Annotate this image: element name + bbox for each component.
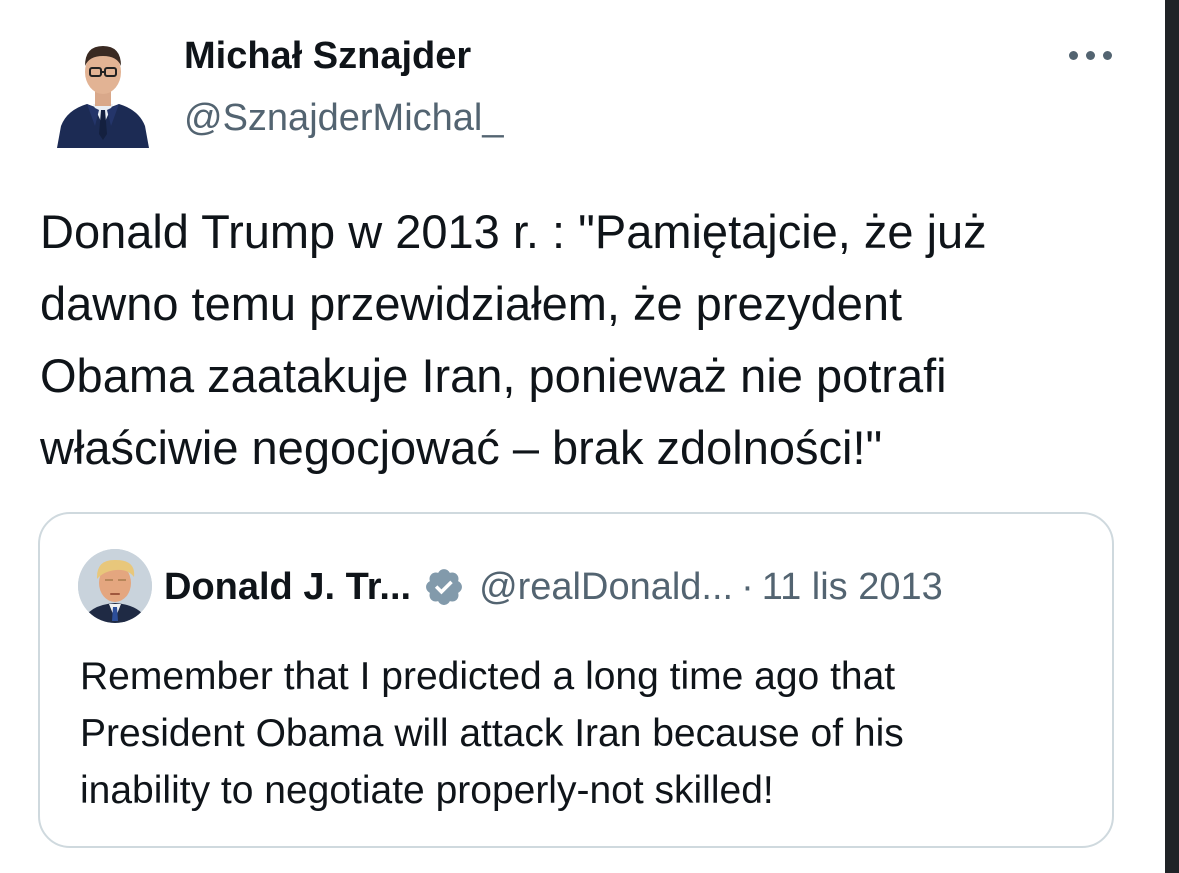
separator-dot: · [741,565,754,608]
quoted-author-handle[interactable]: @realDonald... [479,566,733,609]
quoted-author-name[interactable]: Donald J. Tr... [164,566,411,609]
quoted-tweet-card[interactable]: Donald J. Tr... @realDonald... · 11 lis … [38,512,1114,848]
author-handle[interactable]: @SznajderMichal_ [184,96,504,140]
quoted-text-line: Remember that I predicted a long time ag… [80,655,896,698]
author-name[interactable]: Michał Sznajder [184,34,471,78]
verified-badge-icon [426,569,462,605]
tweet-text-line: dawno temu przewidziałem, że prezydent [40,277,903,330]
tweet-text-line: Donald Trump w 2013 r. : "Pamiętajcie, ż… [40,205,987,258]
more-horizontal-icon [1068,50,1112,60]
quoted-tweet-date[interactable]: 11 lis 2013 [762,566,943,609]
scrollbar[interactable] [1165,0,1179,873]
person-portrait-icon [78,549,152,623]
tweet-text-line: Obama zaatakuje Iran, ponieważ nie potra… [40,349,947,402]
person-portrait-icon [57,46,149,148]
quoted-text-line: inability to negotiate properly-not skil… [80,769,774,812]
quoted-author-avatar [78,549,152,623]
more-options-button[interactable] [1060,40,1120,70]
quoted-tweet-header: Donald J. Tr... @realDonald... · 11 lis … [164,562,943,612]
quoted-text-line: President Obama will attack Iran because… [80,712,904,755]
page: Michał Sznajder @SznajderMichal_ Donald … [0,0,1179,873]
tweet-text: Donald Trump w 2013 r. : "Pamiętajcie, ż… [40,196,1120,484]
author-avatar[interactable] [55,30,151,148]
quoted-tweet-text: Remember that I predicted a long time ag… [80,648,1100,819]
tweet-text-line: właściwie negocjować – brak zdolności!" [40,421,883,474]
tweet[interactable]: Michał Sznajder @SznajderMichal_ Donald … [0,0,1160,873]
